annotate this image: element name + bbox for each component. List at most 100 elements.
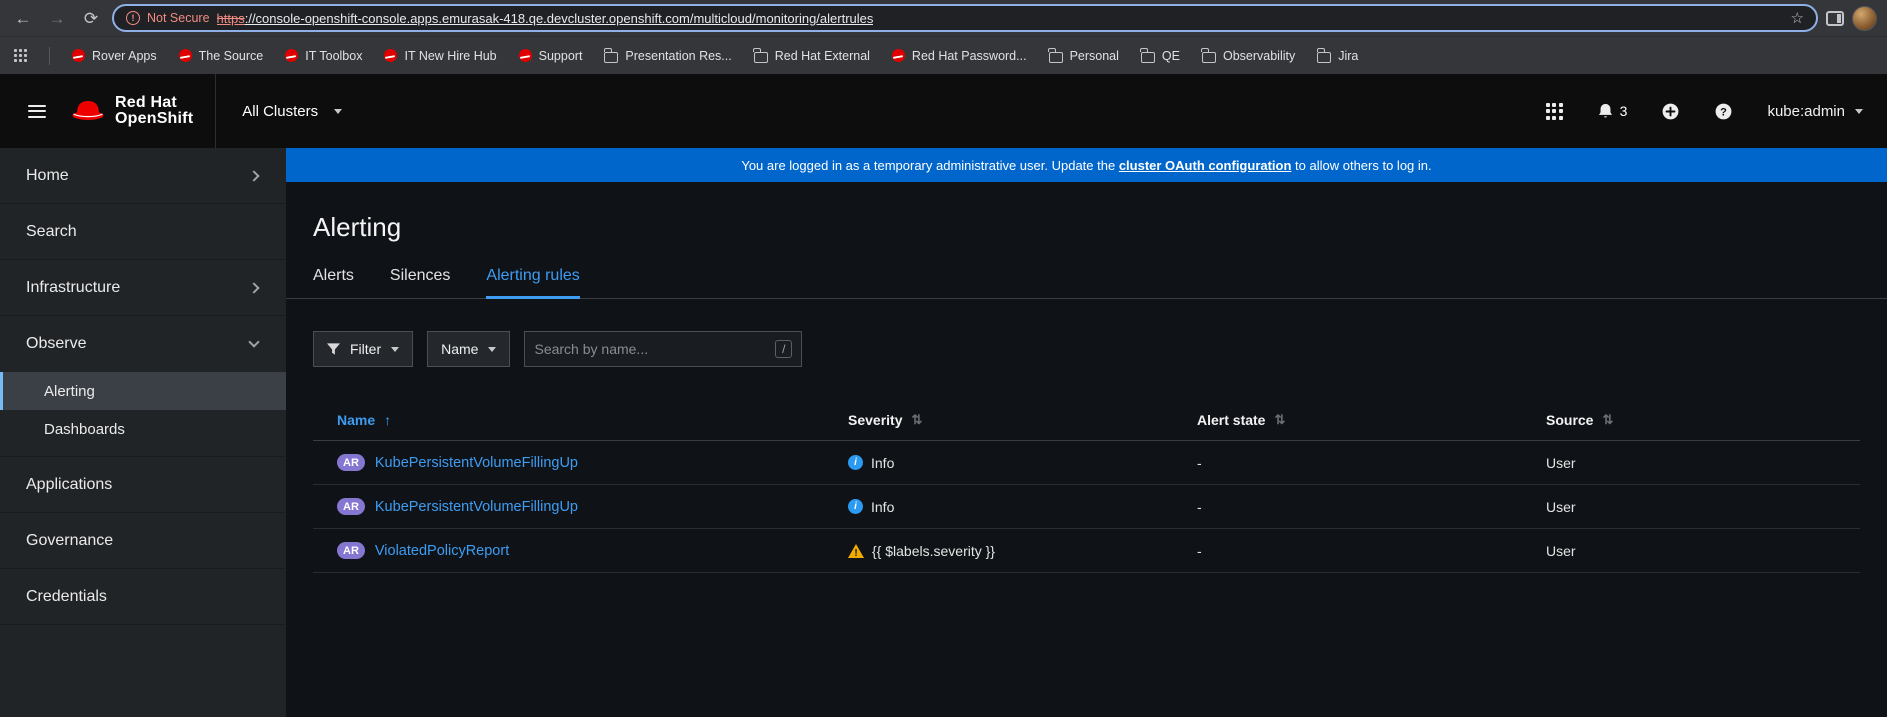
sidebar-item-applications[interactable]: Applications (0, 457, 286, 513)
redhat-icon (178, 49, 192, 62)
severity-label: Info (871, 454, 895, 471)
filter-toolbar: Filter Name / (286, 299, 1887, 367)
banner-text-before: You are logged in as a temporary adminis… (741, 157, 1119, 173)
bookmark-label: Personal (1069, 48, 1119, 63)
bookmark-label: Observability (1222, 48, 1296, 63)
chevron-right-icon (248, 281, 260, 294)
tab-bar: Alerts Silences Alerting rules (286, 267, 1887, 299)
sidebar-item-dashboards[interactable]: Dashboards (0, 410, 286, 448)
column-header-severity[interactable]: Severity ⇅ (848, 412, 1197, 428)
help-button[interactable]: ? (1714, 102, 1733, 121)
sidebar-item-observe[interactable]: Observe (0, 316, 286, 372)
bookmark-item[interactable]: Observability (1201, 48, 1296, 63)
user-menu-dropdown[interactable]: kube:admin (1767, 103, 1863, 120)
sidebar-item-alerting[interactable]: Alerting (0, 372, 286, 410)
bell-icon (1598, 103, 1612, 118)
bookmark-item[interactable]: IT Toolbox (285, 49, 362, 63)
bookmarks-bar: Rover Apps The Source IT Toolbox IT New … (0, 36, 1887, 74)
sidebar-item-home[interactable]: Home (0, 148, 286, 204)
alerting-rule-badge: AR (337, 498, 365, 515)
bookmark-label: Rover Apps (92, 48, 157, 63)
chevron-down-icon (391, 346, 400, 352)
url-bar[interactable]: ! Not Secure https://console-openshift-c… (112, 4, 1818, 32)
bookmark-item[interactable]: Personal (1048, 48, 1119, 63)
sidebar-item-credentials[interactable]: Credentials (0, 569, 286, 625)
rule-name-link[interactable]: KubePersistentVolumeFillingUp (375, 455, 578, 471)
tab-silences[interactable]: Silences (390, 267, 450, 298)
bookmark-item[interactable]: IT New Hire Hub (384, 49, 497, 63)
column-header-name[interactable]: Name ↑ (337, 412, 848, 428)
sidebar-item-search[interactable]: Search (0, 204, 286, 260)
folder-icon (753, 48, 768, 63)
redhat-icon (518, 49, 532, 62)
bookmark-star-icon[interactable]: ☆ (1791, 9, 1804, 27)
tab-alerting-rules[interactable]: Alerting rules (486, 267, 581, 299)
rule-name-link[interactable]: ViolatedPolicyReport (375, 543, 509, 559)
column-header-source[interactable]: Source ⇅ (1546, 412, 1860, 428)
name-filter-dropdown[interactable]: Name (427, 331, 511, 367)
sort-ascending-icon: ↑ (384, 411, 392, 428)
hamburger-icon (28, 104, 46, 118)
sidebar-item-label: Governance (26, 531, 114, 549)
bookmark-item[interactable]: QE (1140, 48, 1180, 63)
sidebar-item-infrastructure[interactable]: Infrastructure (0, 260, 286, 316)
rule-name-link[interactable]: KubePersistentVolumeFillingUp (375, 499, 578, 515)
apps-grid-icon[interactable] (14, 49, 27, 62)
content-column: You are logged in as a temporary adminis… (286, 148, 1887, 717)
not-secure-icon: ! (126, 11, 140, 25)
name-cell: AR ViolatedPolicyReport (337, 542, 848, 559)
filter-dropdown[interactable]: Filter (313, 331, 414, 367)
sidebar-item-governance[interactable]: Governance (0, 513, 286, 569)
browser-toolbar: ← → ⟳ ! Not Secure https://console-opens… (0, 0, 1887, 36)
sidebar-item-label: Dashboards (44, 420, 125, 438)
bookmark-item[interactable]: Jira (1316, 48, 1359, 63)
shortcut-key-badge: / (775, 340, 793, 358)
bookmark-item[interactable]: Red Hat Password... (891, 48, 1027, 63)
cluster-selector-dropdown[interactable]: All Clusters (242, 102, 343, 120)
search-input[interactable] (534, 341, 768, 357)
side-panel-icon[interactable] (1826, 10, 1844, 26)
bookmark-item[interactable]: The Source (178, 48, 264, 63)
reload-icon[interactable]: ⟳ (78, 10, 104, 27)
bookmark-label: The Source (198, 48, 264, 63)
bookmark-item[interactable]: Rover Apps (72, 49, 157, 63)
masthead-actions: 3 ? kube:admin (1545, 102, 1863, 121)
table-row: AR ViolatedPolicyReport ! {{ $labels.sev… (313, 529, 1860, 573)
tab-alerts[interactable]: Alerts (313, 267, 354, 298)
sort-icon: ⇅ (911, 411, 923, 427)
bookmark-label: Jira (1338, 48, 1359, 63)
column-label: Alert state (1197, 411, 1266, 428)
name-cell: AR KubePersistentVolumeFillingUp (337, 454, 848, 471)
sidebar-item-label: Search (26, 222, 77, 240)
sidebar-item-label: Applications (26, 475, 113, 493)
sidebar-group-observe: Observe Alerting Dashboards (0, 316, 286, 457)
bookmark-item[interactable]: Presentation Res... (603, 48, 732, 63)
url-text: https://console-openshift-console.apps.e… (217, 11, 874, 26)
bookmark-label: QE (1161, 48, 1180, 63)
source-cell: User (1546, 542, 1576, 559)
app-launcher-icon[interactable] (1545, 102, 1563, 120)
folder-icon (1048, 48, 1063, 63)
chevron-down-icon (248, 336, 260, 348)
nav-toggle-button[interactable] (0, 104, 70, 118)
column-header-alert-state[interactable]: Alert state ⇅ (1197, 412, 1546, 428)
table-header-row: Name ↑ Severity ⇅ Alert state ⇅ Source ⇅ (313, 399, 1860, 441)
alert-state-cell: - (1197, 498, 1202, 515)
redhat-fedora-icon (72, 101, 104, 120)
add-button[interactable] (1661, 102, 1680, 121)
cluster-selector-label: All Clusters (242, 102, 319, 120)
browser-profile-avatar[interactable] (1852, 5, 1877, 31)
brand-logo[interactable]: Red Hat OpenShift (70, 95, 193, 127)
url-scheme: https (216, 10, 245, 26)
page-layout: Home Search Infrastructure Observe Alert… (0, 148, 1887, 717)
notifications-button[interactable]: 3 (1597, 102, 1627, 120)
source-cell: User (1546, 498, 1576, 515)
oauth-configuration-link[interactable]: cluster OAuth configuration (1119, 158, 1292, 173)
column-label: Source (1546, 411, 1594, 428)
filter-icon (327, 343, 340, 355)
back-icon[interactable]: ← (10, 10, 36, 27)
bookmark-label: Red Hat Password... (911, 48, 1027, 63)
forward-icon[interactable]: → (44, 10, 70, 27)
bookmark-item[interactable]: Red Hat External (753, 48, 870, 63)
bookmark-item[interactable]: Support (518, 49, 582, 63)
